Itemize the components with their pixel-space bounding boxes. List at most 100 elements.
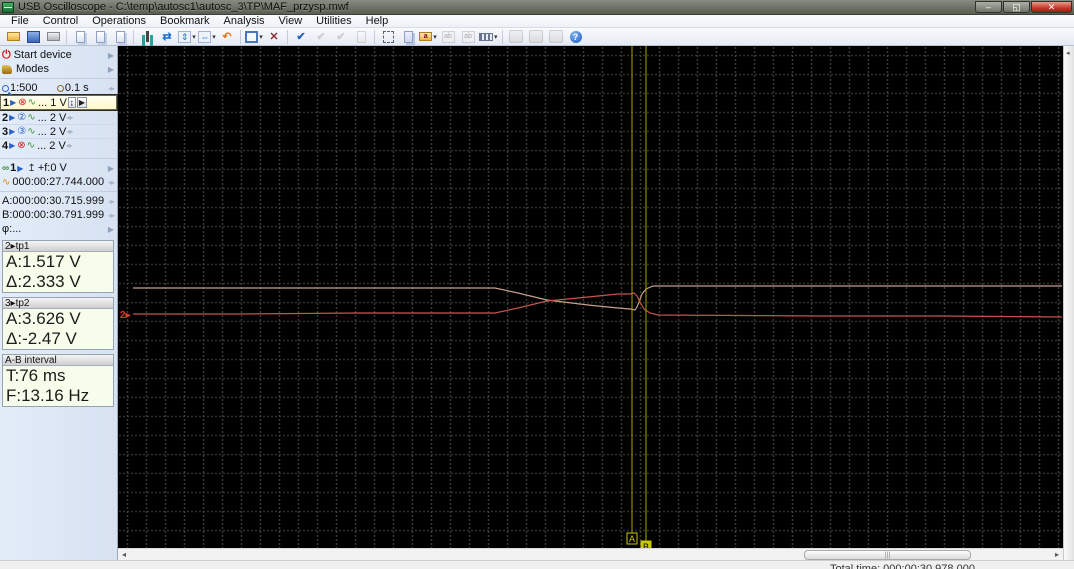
start-device-row[interactable]: ⏻ Start device ▶ [0, 48, 117, 62]
horizontal-scrollbar[interactable]: ◂ ||| ▸ [118, 548, 1063, 560]
pan-mode-button[interactable]: ⇄ [158, 29, 176, 45]
horizontal-scale-button[interactable]: ⇔ ▾ [198, 29, 216, 45]
marker-tool-icon: ✕ [269, 30, 279, 43]
dropdown-arrow-icon[interactable]: ▾ [494, 33, 498, 41]
tp2-delta-value: Δ:-2.47 V [6, 329, 77, 348]
stepper-arrows-icon[interactable]: ◂▸ [66, 127, 73, 136]
channel-2-position-marker[interactable]: 2▸ [120, 310, 132, 321]
undo-button[interactable]: ↶ [218, 29, 236, 45]
export-fragment-button[interactable] [111, 29, 129, 45]
phase-row[interactable]: φ:... ▶ [0, 222, 117, 236]
menu-utilities[interactable]: Utilities [309, 15, 358, 28]
stepper-arrows-icon[interactable]: ◂▸ [66, 141, 73, 150]
dropdown-arrow-icon[interactable]: ▾ [212, 33, 216, 41]
channel-menu-button[interactable]: ▶ [76, 97, 87, 108]
waveform-mode-icon[interactable]: ∿ [28, 97, 36, 108]
channel-on-icon[interactable]: ③ [17, 126, 26, 137]
channel-off-icon[interactable]: ⊗ [18, 97, 26, 108]
display-mode-button[interactable]: ▾ [245, 29, 263, 45]
channel-number: 3 [2, 125, 9, 138]
channel-off-icon[interactable]: ⊗ [17, 140, 25, 151]
open-script-button[interactable]: a ▾ [419, 29, 437, 45]
chevron-right-icon: ▶ [107, 50, 114, 60]
dropdown-arrow-icon[interactable]: ▾ [192, 33, 196, 41]
menu-view[interactable]: View [272, 15, 310, 28]
toolbar-separator [501, 29, 503, 44]
confirm-check-icon: ✔ [336, 30, 346, 43]
collapse-arrow-icon[interactable]: ◂ [1066, 49, 1070, 57]
right-panel-splitter[interactable]: ◂ [1063, 46, 1074, 560]
verify-check-icon: ✔ [316, 30, 326, 43]
minimize-button[interactable]: – [975, 1, 1002, 13]
open-file-button[interactable] [4, 29, 22, 45]
channel-3-row[interactable]: 3 ▶ ③ ∿ ... 2 V ◂▸ [0, 124, 117, 138]
select-region-button[interactable] [379, 29, 397, 45]
tp1-amplitude-value: A:1.517 V [6, 252, 81, 271]
menu-file[interactable]: File [4, 15, 36, 28]
waveform-mode-icon[interactable]: ∿ [27, 126, 35, 137]
apply-check-button[interactable]: ✔ [292, 29, 310, 45]
modes-icon [2, 64, 12, 74]
sidebar: ⏻ Start device ▶ Modes ▶ 1:500 0.1 s ◂▸ … [0, 46, 118, 560]
start-device-label: Start device [13, 49, 72, 61]
print-button[interactable] [44, 29, 62, 45]
maximize-button[interactable]: ◱ [1003, 1, 1030, 13]
channel-number: 4 [2, 139, 9, 152]
oscilloscope-display[interactable]: A B 2▸ [118, 46, 1063, 548]
chevron-right-icon: ▶ [107, 224, 114, 234]
menu-help[interactable]: Help [359, 15, 396, 28]
dropdown-arrow-icon[interactable]: ▾ [259, 33, 263, 41]
menu-control[interactable]: Control [36, 15, 85, 28]
marker-a-row[interactable]: A:000:00:30.715.999 ◂▸ [0, 194, 117, 208]
channel-1-row[interactable]: 1 ▶ ⊗ ∿ ... 1 V ↨ ▶ [0, 94, 118, 111]
marker-b-value: B:000:00:30.791.999 [2, 209, 105, 221]
channel-number: 2 [2, 111, 9, 124]
stepper-arrows-icon[interactable]: ◂▸ [108, 84, 115, 93]
measure-panel-tp2: 3▸tp2 A:3.626 V Δ:-2.47 V [2, 297, 114, 350]
menu-bookmark[interactable]: Bookmark [153, 15, 217, 28]
menu-analysis[interactable]: Analysis [217, 15, 272, 28]
marker-b-row[interactable]: B:000:00:30.791.999 ◂▸ [0, 208, 117, 222]
stepper-arrows-icon[interactable]: ◂▸ [108, 197, 115, 206]
trigger-level-value: +f:0 V [37, 162, 67, 174]
title-bar: USB Oscilloscope - C:\temp\autosc1\autos… [0, 0, 1074, 15]
channel-arrow-icon: ▶ [9, 141, 16, 150]
phase-label: φ:... [2, 223, 22, 235]
copy-screen-button[interactable] [91, 29, 109, 45]
channel-2-row[interactable]: 2 ▶ ② ∿ ... 2 V ◂▸ [0, 110, 117, 124]
menu-operations[interactable]: Operations [85, 15, 153, 28]
panel-view-1-button [507, 29, 525, 45]
report-page-icon [356, 30, 366, 43]
channel-scale-label: ... 2 V [37, 125, 67, 138]
channel-4-row[interactable]: 4 ▶ ⊗ ∿ ... 2 V ◂▸ [0, 138, 117, 152]
channel-on-icon[interactable]: ② [17, 112, 26, 123]
copy-oscillogram-button[interactable] [71, 29, 89, 45]
modes-row[interactable]: Modes ▶ [0, 62, 117, 76]
scale-row[interactable]: 1:500 0.1 s ◂▸ [0, 81, 117, 95]
waveform-mode-icon[interactable]: ∿ [27, 140, 35, 151]
trigger-row[interactable]: ∞ 1 ▶ ↥ +f:0 V ▶ [0, 161, 117, 175]
stepper-arrows-icon[interactable]: ◂▸ [108, 178, 115, 187]
channel-expand-button[interactable]: ↨ [67, 97, 76, 108]
record-time-row[interactable]: ∿ 000:00:27.744.000 ◂▸ [0, 175, 117, 189]
stepper-arrows-icon[interactable]: ◂▸ [108, 211, 115, 220]
open-file-icon [6, 32, 20, 41]
save-button[interactable] [24, 29, 42, 45]
dropdown-arrow-icon[interactable]: ▾ [433, 33, 437, 41]
edit-script-icon: ab [461, 30, 475, 43]
stepper-arrows-icon[interactable]: ◂▸ [66, 113, 73, 122]
keyboard-panel-button[interactable]: ▾ [479, 29, 498, 45]
confirm-check-button: ✔ [332, 29, 350, 45]
probe-button[interactable] [138, 29, 156, 45]
help-button[interactable]: ? [567, 29, 585, 45]
measure-panel-tp1: 2▸tp1 A:1.517 V Δ:2.333 V [2, 240, 114, 293]
scrollbar-thumb[interactable]: ||| [804, 550, 971, 560]
vertical-scale-button[interactable]: ⇕ ▾ [178, 29, 196, 45]
marker-tool-button[interactable]: ✕ [265, 29, 283, 45]
panel-view-3-button [547, 29, 565, 45]
waveform-mode-icon[interactable]: ∿ [27, 112, 35, 123]
print-icon [46, 32, 60, 41]
help-icon: ? [569, 30, 582, 43]
copy-selection-button[interactable] [399, 29, 417, 45]
close-button[interactable]: ✕ [1031, 1, 1072, 13]
